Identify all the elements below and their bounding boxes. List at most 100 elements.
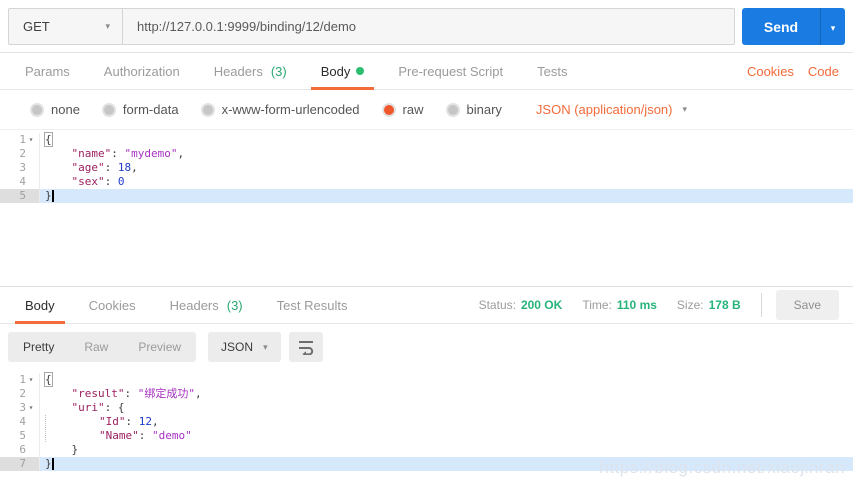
mode-raw[interactable]: Raw xyxy=(69,332,123,362)
line-number: 5 xyxy=(19,429,26,442)
chevron-down-icon: ▾ xyxy=(263,341,268,352)
request-tab-params[interactable]: Params xyxy=(15,53,80,89)
divider xyxy=(760,293,762,317)
radio-icon xyxy=(445,102,460,117)
wrap-text-button[interactable] xyxy=(288,332,323,362)
tab-label: Pre-request Script xyxy=(398,63,504,79)
code-line[interactable]: 5} xyxy=(0,189,853,203)
token-ws xyxy=(45,147,72,160)
meta-time: Time: 110 ms xyxy=(582,298,657,312)
body-type-radio-binary[interactable]: binary xyxy=(445,102,502,117)
save-response-button[interactable]: Save xyxy=(775,290,839,320)
mode-preview[interactable]: Preview xyxy=(123,332,196,362)
token-num: 18 xyxy=(117,161,132,174)
meta-label: Size: xyxy=(676,298,704,312)
tab-label: Headers xyxy=(213,63,263,79)
radio-label: none xyxy=(51,102,80,117)
code-content: "name": "mydemo", xyxy=(40,147,853,161)
code-link[interactable]: Code xyxy=(808,64,839,79)
request-tab-authorization[interactable]: Authorization xyxy=(94,53,190,89)
body-type-radio-form-data[interactable]: form-data xyxy=(101,102,179,117)
radio-label: raw xyxy=(402,102,424,117)
code-line[interactable]: 6 } xyxy=(0,443,853,457)
text-cursor xyxy=(51,190,54,202)
tab-count-badge: (3) xyxy=(270,63,287,79)
url-input[interactable] xyxy=(123,9,734,44)
response-tabs: Body Cookies Headers (3) Test Results xyxy=(15,287,371,324)
radio-icon xyxy=(200,102,215,117)
send-button-group: Send ▾ xyxy=(742,8,845,45)
body-type-radio-raw[interactable]: raw xyxy=(381,102,424,117)
token-pun: : xyxy=(111,147,125,160)
code-line[interactable]: 4 "Id": 12, xyxy=(0,415,853,429)
token-pun: , xyxy=(131,161,138,174)
code-line[interactable]: 4 "sex": 0 xyxy=(0,175,853,189)
radio-icon xyxy=(30,102,44,117)
request-tab-body[interactable]: Body xyxy=(310,53,375,90)
token-key: "Id" xyxy=(99,415,126,428)
code-content: "uri": { xyxy=(40,401,853,415)
line-number: 7 xyxy=(19,457,26,470)
code-content: { xyxy=(40,373,853,387)
response-tab-test-results[interactable]: Test Results xyxy=(267,287,358,323)
tab-label: Cookies xyxy=(88,297,136,313)
token-pun: : xyxy=(124,387,138,400)
response-tab-body[interactable]: Body xyxy=(15,287,65,324)
mode-pretty[interactable]: Pretty xyxy=(8,332,69,362)
radio-icon xyxy=(101,102,116,117)
tab-label: Body xyxy=(25,297,55,313)
response-mode-group: Pretty Raw Preview xyxy=(8,332,197,362)
code-line[interactable]: 3 ▾ "uri": { xyxy=(0,401,853,415)
fold-arrow-icon[interactable]: ▾ xyxy=(26,401,36,415)
response-meta-items: Status: 200 OK Time: 110 ms Size: 178 B xyxy=(459,298,741,312)
request-body-editor[interactable]: 1 ▾{2 "name": "mydemo", 3 "age": 18, 4 "sex… xyxy=(0,130,853,286)
code-line[interactable]: 2 "name": "mydemo", xyxy=(0,147,853,161)
cookies-link[interactable]: Cookies xyxy=(747,64,794,79)
method-dropdown[interactable]: GET ▾ xyxy=(9,9,123,44)
send-button[interactable]: Send xyxy=(742,8,820,45)
token-brace: { xyxy=(45,373,52,386)
request-tab-headers[interactable]: Headers (3) xyxy=(204,53,297,89)
request-tab-pre-request-script[interactable]: Pre-request Script xyxy=(388,53,513,89)
response-tab-cookies[interactable]: Cookies xyxy=(79,287,146,323)
line-gutter: 4 xyxy=(0,175,40,189)
line-gutter: 3 ▾ xyxy=(0,401,40,415)
token-str: "demo" xyxy=(152,429,192,442)
code-line[interactable]: 3 "age": 18, xyxy=(0,161,853,175)
tab-label: Headers xyxy=(169,297,219,313)
code-content: "Name": "demo" xyxy=(40,429,853,443)
chevron-down-icon: ▾ xyxy=(830,23,836,33)
token-pun: , xyxy=(152,415,159,428)
line-gutter: 6 xyxy=(0,443,40,457)
postman-window: GET ▾ Send ▾ Params Authorization Headers (… xyxy=(0,0,853,488)
fold-arrow-icon[interactable]: ▾ xyxy=(26,133,36,147)
line-number: 5 xyxy=(19,189,26,202)
code-line[interactable]: 1 ▾ { xyxy=(0,133,853,147)
body-type-radio-none[interactable]: none xyxy=(30,102,80,117)
meta-label: Time: xyxy=(582,298,612,312)
token-pun: : xyxy=(125,415,139,428)
token-ws xyxy=(45,401,72,414)
token-pun: : xyxy=(104,175,118,188)
response-tab-headers[interactable]: Headers (3) xyxy=(160,287,253,323)
content-type-dropdown[interactable]: JSON (application/json) ▾ xyxy=(536,102,687,117)
token-ws xyxy=(45,387,72,400)
body-type-radio-x-www-form-urlencoded[interactable]: x-www-form-urlencoded xyxy=(200,102,360,117)
code-line[interactable]: 5 "Name": "demo" xyxy=(0,429,853,443)
fold-arrow-icon[interactable]: ▾ xyxy=(26,373,36,387)
line-gutter: 5 xyxy=(0,189,40,203)
code-line[interactable]: 1 ▾ { xyxy=(0,373,853,387)
tab-label: Tests xyxy=(537,63,568,79)
response-body-editor[interactable]: 1 ▾ {2 "result": "绑定成功", 3 ▾ "uri": {4 "Id":… xyxy=(0,370,853,488)
code-line[interactable]: 2 "result": "绑定成功", xyxy=(0,387,853,401)
tab-count-badge: (3) xyxy=(226,297,243,313)
line-gutter: 1 ▾ xyxy=(0,373,40,387)
token-key: "name" xyxy=(71,147,112,160)
token-ws xyxy=(45,443,72,456)
response-view-bar: Pretty Raw Preview JSON ▾ xyxy=(0,324,853,370)
tab-label: Params xyxy=(25,63,70,79)
code-line[interactable]: 7} xyxy=(0,457,853,471)
send-options-button[interactable]: ▾ xyxy=(820,8,845,45)
request-tab-tests[interactable]: Tests xyxy=(527,53,577,89)
response-format-dropdown[interactable]: JSON ▾ xyxy=(208,332,281,362)
